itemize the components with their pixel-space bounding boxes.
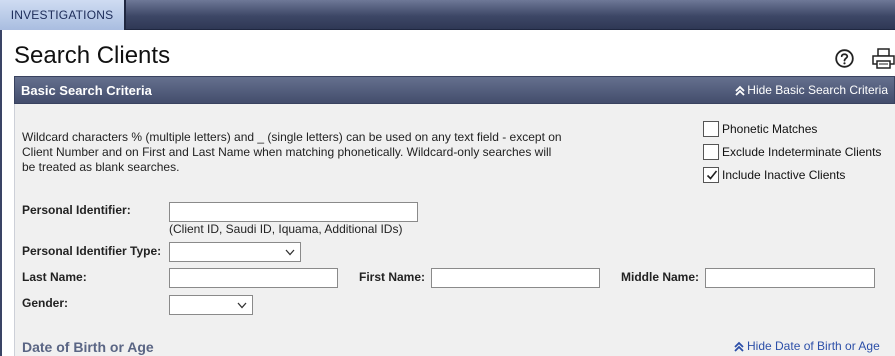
page-title: Search Clients — [14, 42, 171, 69]
gender-label: Gender: — [22, 296, 69, 310]
personal-identifier-hint: (Client ID, Saudi ID, Iquama, Additional… — [169, 222, 403, 236]
hide-dob-label: Hide Date of Birth or Age — [747, 339, 880, 353]
include-inactive-checkbox[interactable] — [703, 167, 719, 183]
phonetic-matches-checkbox[interactable] — [703, 121, 719, 137]
last-name-input[interactable] — [169, 268, 338, 288]
hide-basic-search-label: Hide Basic Search Criteria — [747, 83, 888, 97]
hide-basic-search-link[interactable]: Hide Basic Search Criteria — [735, 83, 888, 97]
middle-name-label: Middle Name: — [621, 270, 700, 284]
personal-identifier-input[interactable] — [169, 202, 418, 222]
phonetic-matches-label: Phonetic Matches — [722, 122, 818, 136]
personal-identifier-type-select[interactable] — [169, 242, 301, 262]
basic-search-header: Basic Search Criteria Hide Basic Search … — [14, 76, 895, 104]
chevron-down-icon — [237, 302, 247, 309]
left-border — [0, 30, 2, 356]
personal-identifier-label: Personal Identifier: — [22, 203, 131, 217]
chevron-down-icon — [285, 249, 295, 256]
checkmark-icon — [706, 170, 718, 180]
wildcard-description: Wildcard characters % (multiple letters)… — [22, 130, 562, 174]
help-icon[interactable] — [835, 49, 854, 68]
middle-name-input[interactable] — [705, 268, 875, 288]
chevron-up-icon — [735, 85, 745, 96]
first-name-input[interactable] — [431, 268, 600, 288]
gender-select[interactable] — [169, 295, 253, 315]
exclude-indeterminate-checkbox[interactable] — [703, 144, 719, 160]
include-inactive-label: Include Inactive Clients — [722, 168, 846, 182]
printer-icon[interactable] — [872, 48, 895, 69]
last-name-label: Last Name: — [22, 270, 87, 284]
personal-identifier-type-label: Personal Identifier Type: — [22, 244, 162, 258]
nav-tab-investigations[interactable]: INVESTIGATIONS — [0, 0, 126, 30]
basic-search-title: Basic Search Criteria — [21, 83, 152, 98]
top-nav-bar: INVESTIGATIONS — [0, 0, 895, 30]
exclude-indeterminate-label: Exclude Indeterminate Clients — [722, 145, 882, 159]
chevron-up-icon — [734, 341, 744, 352]
first-name-label: First Name: — [359, 270, 426, 284]
dob-section-title: Date of Birth or Age — [22, 339, 154, 355]
